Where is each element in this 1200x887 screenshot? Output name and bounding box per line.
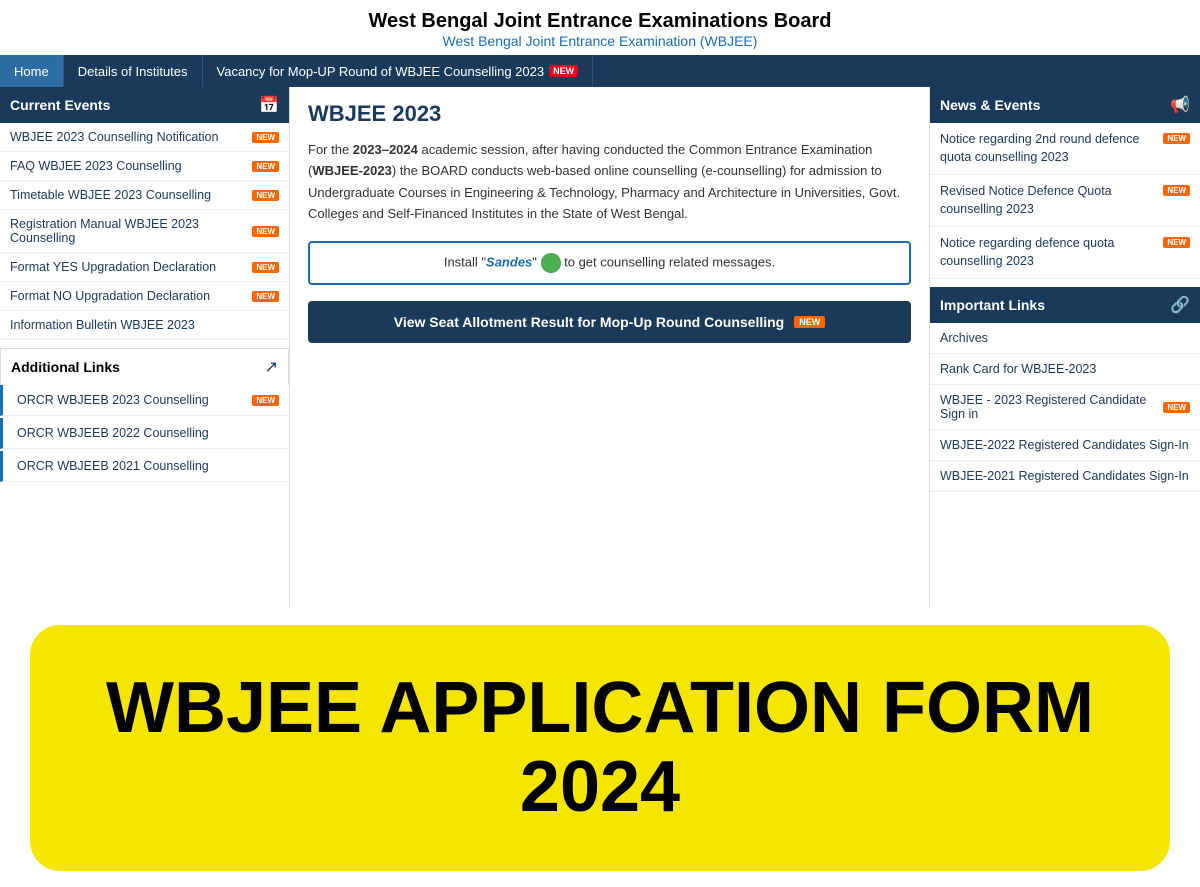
nav-item-home[interactable]: Home: [0, 55, 64, 87]
news-item-text: Revised Notice Defence Quota counselling…: [940, 183, 1159, 218]
additional-link-label: ORCR WBJEEB 2022 Counselling: [17, 426, 279, 440]
sidebar-item[interactable]: Registration Manual WBJEE 2023 Counselli…: [0, 210, 289, 253]
left-sidebar: Current Events 📅 WBJEE 2023 Counselling …: [0, 87, 290, 607]
nav-new-badge: NEW: [549, 65, 578, 77]
new-badge: NEW: [252, 291, 279, 302]
important-links-items: Archives Rank Card for WBJEE-2023 WBJEE - …: [930, 323, 1200, 492]
sidebar-item[interactable]: WBJEE 2023 Counselling NotificationNEW: [0, 123, 289, 152]
news-item[interactable]: Notice regarding 2nd round defence quota…: [930, 123, 1200, 175]
additional-link-item[interactable]: ORCR WBJEEB 2022 Counselling: [0, 418, 289, 449]
additional-link-label: ORCR WBJEEB 2023 Counselling: [17, 393, 252, 407]
sidebar-item-label: Timetable WBJEE 2023 Counselling: [10, 188, 252, 202]
sidebar-item-label: Registration Manual WBJEE 2023 Counselli…: [10, 217, 252, 245]
new-badge: NEW: [1163, 402, 1190, 413]
cta-button[interactable]: View Seat Allotment Result for Mop-Up Ro…: [308, 301, 911, 343]
sidebar-item-label: Format YES Upgradation Declaration: [10, 260, 252, 274]
new-badge-cta: NEW: [794, 316, 825, 328]
center-content: WBJEE 2023 For the 2023–2024 academic se…: [290, 87, 930, 607]
news-events-header: News & Events 📢: [930, 87, 1200, 123]
important-link-item[interactable]: WBJEE-2022 Registered Candidates Sign-In: [930, 430, 1200, 461]
current-events-section: Current Events 📅 WBJEE 2023 Counselling …: [0, 87, 289, 340]
important-link-label: WBJEE-2021 Registered Candidates Sign-In: [940, 469, 1189, 483]
important-link-label: WBJEE-2022 Registered Candidates Sign-In: [940, 438, 1189, 452]
additional-link-label: ORCR WBJEEB 2021 Counselling: [17, 459, 279, 473]
sandes-icon: [541, 253, 561, 273]
important-link-label: Archives: [940, 331, 988, 345]
additional-links-label: Additional Links: [11, 359, 120, 375]
page-title: WBJEE 2023: [308, 101, 911, 127]
news-item[interactable]: Notice regarding defence quota counselli…: [930, 227, 1200, 279]
news-events-section: News & Events 📢 Notice regarding 2nd rou…: [930, 87, 1200, 279]
nav-item-vacancy[interactable]: Vacancy for Mop-UP Round of WBJEE Counse…: [203, 55, 594, 87]
intro-paragraph: For the 2023–2024 academic session, afte…: [308, 139, 911, 225]
important-link-label: WBJEE - 2023 Registered Candidate Sign i…: [940, 393, 1163, 421]
additional-links-section: Additional Links ↗ ORCR WBJEEB 2023 Coun…: [0, 348, 289, 482]
header: West Bengal Joint Entrance Examinations …: [0, 0, 1200, 55]
new-badge: NEW: [252, 226, 279, 237]
current-events-header: Current Events 📅: [0, 87, 289, 123]
important-link-item[interactable]: WBJEE-2021 Registered Candidates Sign-In: [930, 461, 1200, 492]
sidebar-item[interactable]: Timetable WBJEE 2023 CounsellingNEW: [0, 181, 289, 210]
calendar-icon: 📅: [259, 95, 279, 115]
external-link-icon: ↗: [265, 357, 278, 377]
sidebar-item[interactable]: Format NO Upgradation DeclarationNEW: [0, 282, 289, 311]
link-icon: 🔗: [1170, 295, 1190, 315]
new-badge: NEW: [1163, 133, 1190, 144]
sandes-name: Sandes: [486, 254, 532, 269]
header-title: West Bengal Joint Entrance Examinations …: [0, 10, 1200, 33]
news-items: Notice regarding 2nd round defence quota…: [930, 123, 1200, 279]
news-item-text: Notice regarding 2nd round defence quota…: [940, 131, 1159, 166]
news-item[interactable]: Revised Notice Defence Quota counselling…: [930, 175, 1200, 227]
additional-links-header: Additional Links ↗: [0, 348, 289, 385]
important-link-item[interactable]: WBJEE - 2023 Registered Candidate Sign i…: [930, 385, 1200, 430]
navbar: Home Details of Institutes Vacancy for M…: [0, 55, 1200, 87]
header-subtitle: West Bengal Joint Entrance Examination (…: [0, 33, 1200, 49]
important-link-label: Rank Card for WBJEE-2023: [940, 362, 1096, 376]
new-badge: NEW: [1163, 185, 1190, 196]
sidebar-item[interactable]: FAQ WBJEE 2023 CounsellingNEW: [0, 152, 289, 181]
new-badge: NEW: [252, 395, 279, 406]
sidebar-item-label: Format NO Upgradation Declaration: [10, 289, 252, 303]
sidebar-items: WBJEE 2023 Counselling NotificationNEWFA…: [0, 123, 289, 340]
bottom-banner-text: WBJEE APPLICATION FORM 2024: [60, 669, 1140, 827]
additional-links-items: ORCR WBJEEB 2023 CounsellingNEWORCR WBJE…: [0, 385, 289, 482]
important-links-header: Important Links 🔗: [930, 287, 1200, 323]
sidebar-item-label: FAQ WBJEE 2023 Counselling: [10, 159, 252, 173]
additional-link-item[interactable]: ORCR WBJEEB 2023 CounsellingNEW: [0, 385, 289, 416]
new-badge: NEW: [252, 132, 279, 143]
new-badge: NEW: [1163, 237, 1190, 248]
important-link-item[interactable]: Rank Card for WBJEE-2023: [930, 354, 1200, 385]
news-item-text: Notice regarding defence quota counselli…: [940, 235, 1159, 270]
important-links-section: Important Links 🔗 Archives Rank Card for …: [930, 287, 1200, 492]
new-badge: NEW: [252, 190, 279, 201]
sidebar-item[interactable]: Format YES Upgradation DeclarationNEW: [0, 253, 289, 282]
new-badge: NEW: [252, 262, 279, 273]
bottom-banner: WBJEE APPLICATION FORM 2024: [30, 625, 1170, 871]
sidebar-item-label: WBJEE 2023 Counselling Notification: [10, 130, 252, 144]
right-sidebar: News & Events 📢 Notice regarding 2nd rou…: [930, 87, 1200, 607]
sidebar-item[interactable]: Information Bulletin WBJEE 2023: [0, 311, 289, 340]
important-link-item[interactable]: Archives: [930, 323, 1200, 354]
speaker-icon: 📢: [1170, 95, 1190, 115]
sidebar-item-label: Information Bulletin WBJEE 2023: [10, 318, 279, 332]
sandes-banner: Install "Sandes" to get counselling rela…: [308, 241, 911, 285]
nav-item-institutes[interactable]: Details of Institutes: [64, 55, 203, 87]
additional-link-item[interactable]: ORCR WBJEEB 2021 Counselling: [0, 451, 289, 482]
new-badge: NEW: [252, 161, 279, 172]
